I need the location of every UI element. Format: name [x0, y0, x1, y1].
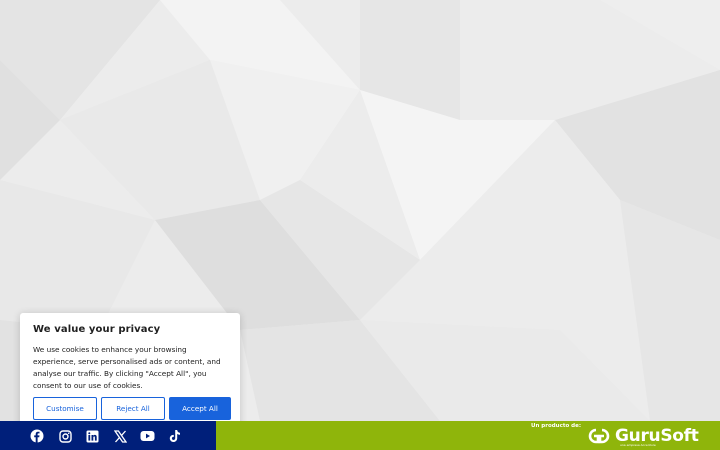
tiktok-icon[interactable]	[167, 428, 183, 444]
linkedin-icon[interactable]	[84, 428, 100, 444]
reject-all-button[interactable]: Reject All	[101, 397, 165, 420]
accept-all-button[interactable]: Accept All	[169, 397, 231, 420]
brand-tagline: una empresa Accenture	[620, 443, 656, 447]
youtube-icon[interactable]	[139, 428, 155, 444]
x-icon[interactable]	[112, 428, 128, 444]
facebook-icon[interactable]	[29, 428, 45, 444]
cookie-consent-banner: We value your privacy We use cookies to …	[20, 313, 240, 429]
instagram-icon[interactable]	[57, 428, 73, 444]
footer-brand-bar: Un producto de: GuruSoft una empresa Acc…	[216, 421, 720, 450]
gurusoft-logo[interactable]: GuruSoft una empresa Accenture	[586, 423, 699, 449]
cookie-description: We use cookies to enhance your browsing …	[33, 345, 221, 390]
customise-button[interactable]: Customise	[33, 397, 97, 420]
footer: Un producto de: GuruSoft una empresa Acc…	[0, 421, 720, 450]
cookie-title: We value your privacy	[33, 324, 161, 335]
footer-social-bar	[0, 421, 216, 450]
producto-label: Un producto de:	[531, 423, 582, 429]
gurusoft-mark-icon	[588, 428, 610, 444]
cookie-button-group: Customise Reject All Accept All	[33, 397, 231, 420]
